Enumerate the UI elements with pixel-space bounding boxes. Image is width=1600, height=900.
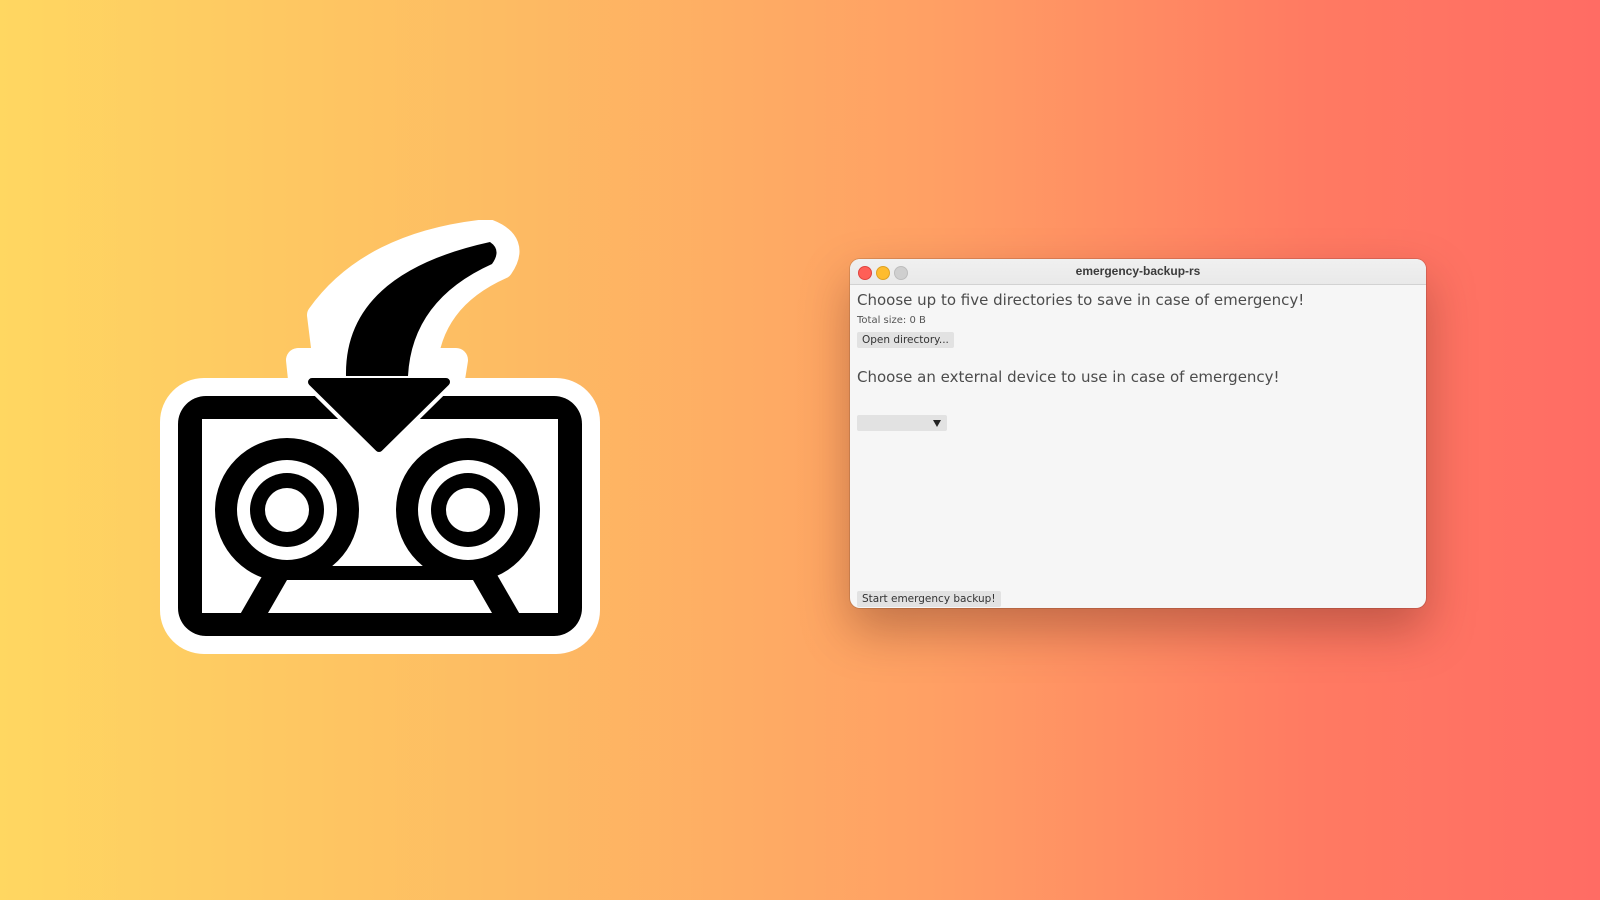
window-content: Choose up to five directories to save in… xyxy=(857,285,1419,608)
directories-heading: Choose up to five directories to save in… xyxy=(857,291,1305,309)
app-window: emergency-backup-rs Choose up to five di… xyxy=(850,259,1426,608)
dropdown-arrow-icon xyxy=(933,420,941,427)
device-heading: Choose an external device to use in case… xyxy=(857,368,1280,386)
open-directory-button[interactable]: Open directory... xyxy=(857,332,954,348)
window-title: emergency-backup-rs xyxy=(1075,264,1201,278)
total-size-label: Total size: 0 B xyxy=(857,315,926,326)
cassette-tape-download-icon xyxy=(160,220,600,654)
window-titlebar[interactable]: emergency-backup-rs xyxy=(850,259,1426,285)
device-select[interactable] xyxy=(857,415,947,431)
start-backup-button[interactable]: Start emergency backup! xyxy=(857,591,1001,607)
